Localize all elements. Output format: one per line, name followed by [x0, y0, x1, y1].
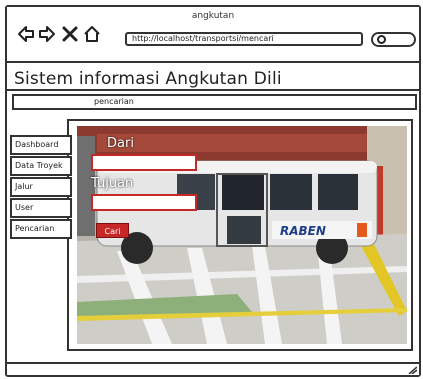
sidebar-item-jalur[interactable]: Jalur: [10, 177, 72, 197]
content-panel: RABEN Dari Tujuan Cari: [67, 119, 413, 351]
sidebar-item-user[interactable]: User: [10, 198, 72, 218]
browser-toolbar: angkutan http://localhost/transportsi/me…: [7, 7, 419, 63]
resize-grip-icon[interactable]: [407, 366, 417, 374]
minibus-photo: RABEN Dari Tujuan Cari: [77, 126, 407, 344]
dari-input[interactable]: [91, 154, 197, 171]
sidebar-item-pencarian[interactable]: Pencarian: [10, 219, 72, 239]
search-icon: [377, 35, 386, 44]
forward-arrow-icon[interactable]: [38, 25, 56, 43]
van-decal-text: RABEN: [280, 224, 326, 238]
sidebar-item-dashboard[interactable]: Dashboard: [10, 135, 72, 155]
breadcrumb: pencarian: [12, 94, 417, 110]
home-icon[interactable]: [83, 25, 101, 43]
dari-label: Dari: [107, 136, 134, 151]
title-divider: [7, 89, 419, 91]
sidebar-nav: Dashboard Data Troyek Jalur User Pencari…: [10, 135, 72, 240]
breadcrumb-label: pencarian: [94, 97, 134, 106]
browser-window: angkutan http://localhost/transportsi/me…: [5, 5, 421, 377]
back-arrow-icon[interactable]: [17, 25, 35, 43]
browser-search-box[interactable]: [371, 32, 416, 47]
tujuan-input[interactable]: [91, 194, 197, 211]
status-bar: [7, 362, 419, 375]
close-x-icon[interactable]: [61, 25, 79, 43]
page-title: Sistem informasi Angkutan Dili: [14, 69, 282, 89]
cari-button[interactable]: Cari: [96, 223, 129, 238]
sidebar-item-data-troyek[interactable]: Data Troyek: [10, 156, 72, 176]
window-title: angkutan: [191, 11, 235, 21]
tujuan-label: Tujuan: [91, 176, 134, 191]
address-bar[interactable]: http://localhost/transportsi/mencari: [125, 32, 363, 46]
